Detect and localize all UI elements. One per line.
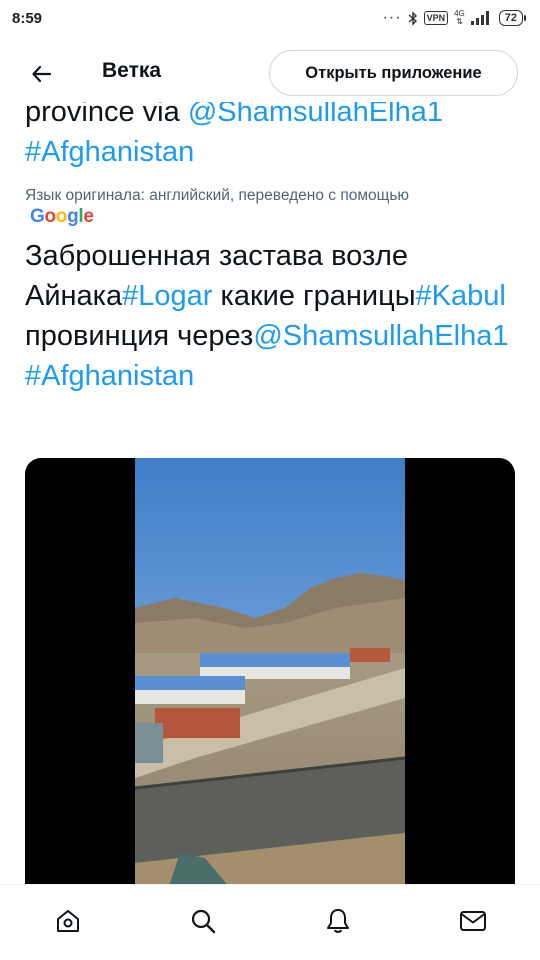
video-player[interactable] [25, 458, 515, 884]
tweet-original-text: province via @ShamsullahElha1 #Afghanist… [25, 102, 443, 172]
bottom-navigation [0, 884, 540, 960]
mail-icon [459, 910, 486, 931]
bluetooth-icon [408, 10, 417, 26]
arrow-left-icon [32, 65, 52, 83]
tweet-thread: province via @ShamsullahElha1 #Afghanist… [0, 102, 540, 884]
nav-home[interactable] [38, 891, 98, 951]
top-app-bar: Ветка Открыть приложение [0, 44, 540, 102]
back-button[interactable] [22, 56, 62, 92]
vpn-badge: VPN [423, 11, 449, 25]
hashtag-link[interactable]: #Logar [122, 280, 212, 312]
nav-messages[interactable] [443, 891, 503, 951]
hashtag-link[interactable]: #Kabul [416, 280, 506, 312]
search-icon [191, 909, 215, 933]
network-type: 4G ⇅ [454, 9, 465, 26]
status-icons: ··· VPN 4G ⇅ 72 [383, 9, 526, 27]
signal-icon [470, 11, 489, 25]
hashtag-link[interactable]: #Afghanistan [25, 136, 194, 168]
status-time: 8:59 [12, 9, 43, 27]
tweet-text-fragment: провинция через [25, 320, 254, 352]
more-dots: ··· [382, 9, 402, 26]
video-frame [135, 458, 405, 884]
page-title: Ветка [102, 59, 162, 82]
bell-icon [326, 908, 349, 933]
tweet-translated-text: Заброшенная застава возле Айнака#Logar к… [25, 236, 525, 396]
open-app-button[interactable]: Открыть приложение [269, 50, 518, 96]
battery-indicator: 72 [498, 10, 526, 26]
nav-search[interactable] [173, 891, 233, 951]
nav-notifications[interactable] [308, 891, 368, 951]
mention-link[interactable]: @ShamsullahElha1 [188, 102, 443, 128]
hashtag-link[interactable]: #Afghanistan [25, 360, 194, 392]
status-bar: 8:59 ··· VPN 4G ⇅ 72 [0, 0, 540, 36]
translation-note: Язык оригинала: английский, переведено с… [25, 187, 410, 204]
google-logo[interactable]: Google [30, 206, 94, 228]
tweet-text-fragment: province via [25, 102, 188, 128]
mention-link[interactable]: @ShamsullahElha1 [253, 320, 508, 352]
tweet-text-fragment: какие границы [212, 280, 416, 312]
home-icon [56, 909, 79, 932]
